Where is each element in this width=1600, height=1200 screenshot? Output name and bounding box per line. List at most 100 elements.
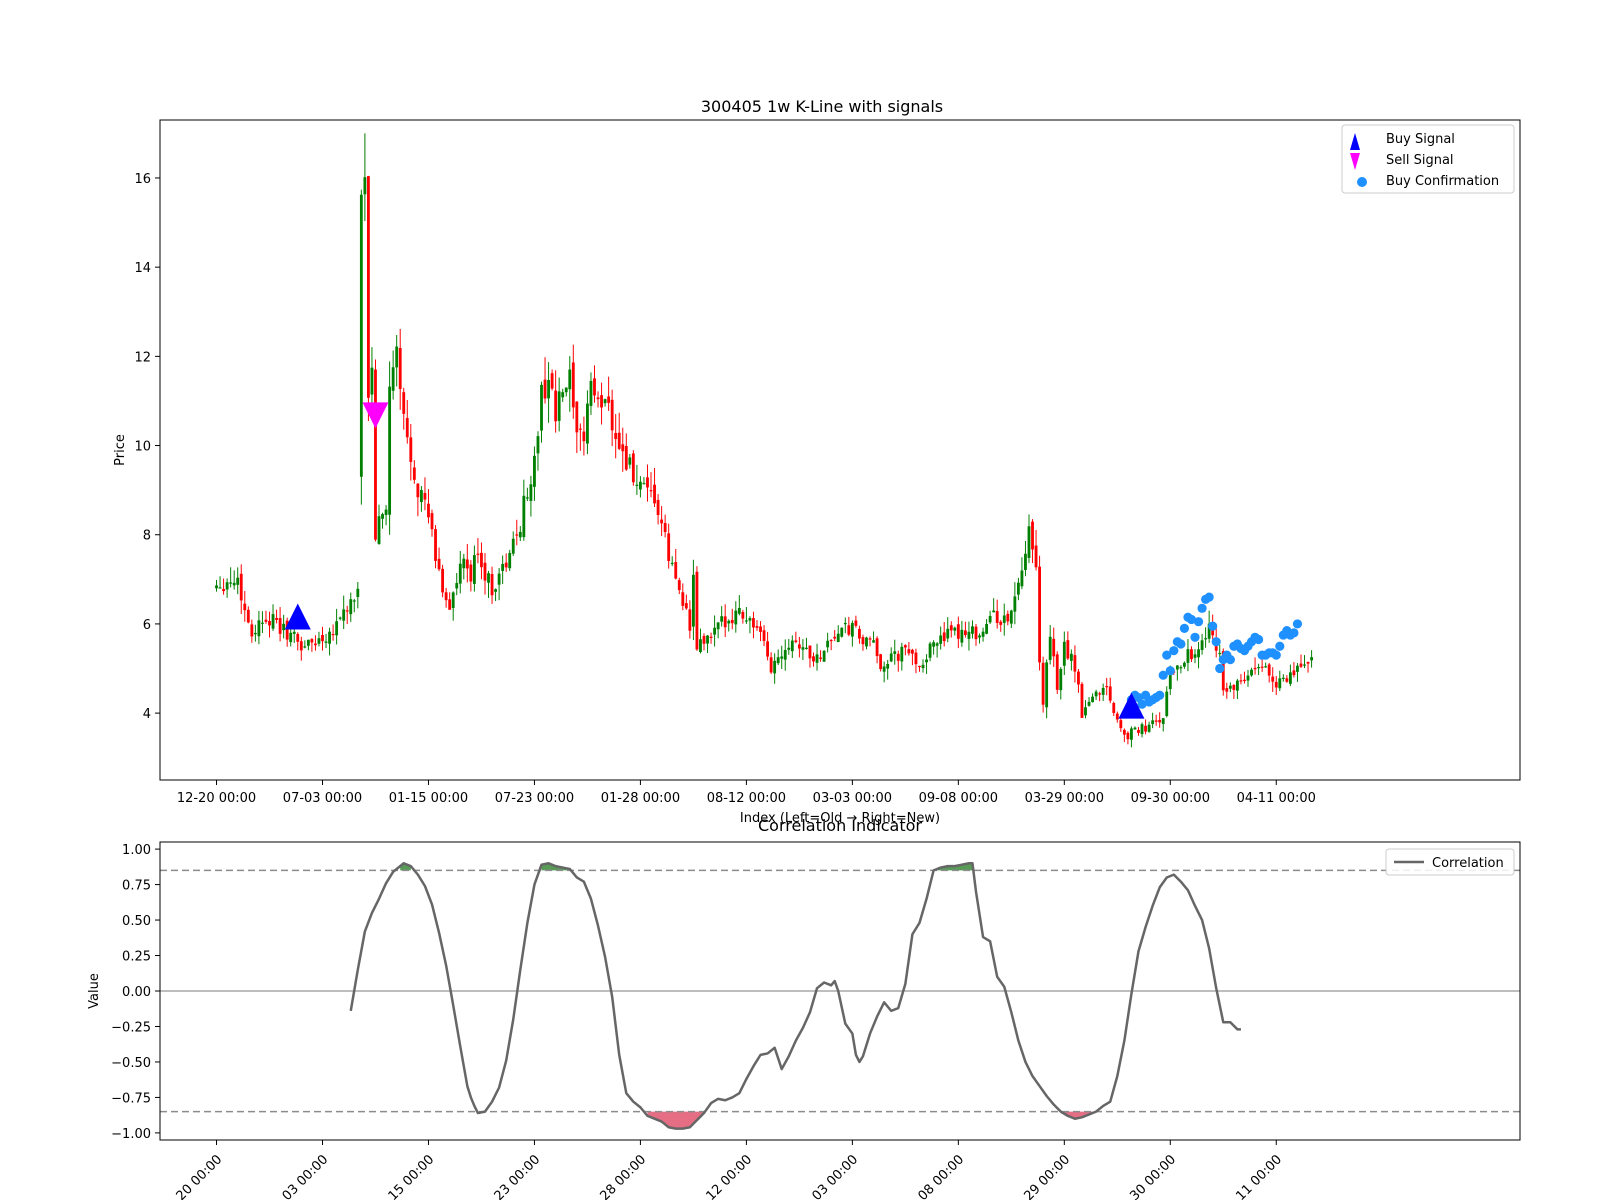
candle-body	[229, 582, 233, 584]
candle-body	[801, 647, 805, 650]
candle-body	[1161, 718, 1165, 724]
candle-body	[730, 619, 734, 624]
candle-body	[561, 392, 565, 398]
candle-body	[1133, 727, 1137, 730]
candle-body	[377, 516, 381, 544]
buy-confirmation-point	[1176, 639, 1186, 649]
candle-body	[384, 509, 388, 515]
candle-body	[465, 559, 469, 569]
buy-confirmation-point	[1179, 623, 1190, 633]
buy-confirmation-point	[1197, 603, 1207, 613]
candle-body	[508, 552, 512, 569]
candle-body	[1087, 701, 1091, 706]
candle-body	[865, 637, 868, 647]
candle-body	[487, 573, 490, 583]
candle-body	[646, 477, 649, 488]
candle-body	[1052, 638, 1056, 657]
candle-body	[988, 616, 992, 623]
candle-body	[1239, 680, 1243, 682]
candle-body	[833, 636, 837, 639]
candle-body	[1285, 678, 1289, 682]
kline-xtick-label: 12-20 00:00	[177, 791, 256, 806]
candle-body	[1094, 691, 1098, 697]
candle-body	[1059, 668, 1063, 691]
candle-body	[744, 620, 748, 622]
kline-ytick-label: 6	[143, 618, 151, 633]
candle-body	[978, 635, 981, 638]
candle-body	[1066, 640, 1070, 659]
candle-body	[670, 562, 674, 565]
candle-body	[271, 614, 275, 629]
candle-body	[635, 484, 639, 486]
candle-body	[222, 588, 225, 592]
candle-body	[752, 618, 755, 628]
candle-body	[469, 564, 473, 582]
candle-body	[790, 640, 794, 652]
candle-body	[1105, 685, 1109, 688]
candle-body	[480, 552, 483, 568]
candle-body	[1073, 655, 1077, 672]
candle-body	[815, 654, 819, 663]
candle-body	[660, 519, 664, 524]
buy-confirmation-point	[1155, 690, 1165, 700]
buy-confirmation-point	[1193, 617, 1204, 627]
candle-body	[504, 562, 508, 568]
candle-body	[1098, 693, 1102, 695]
candle-body	[349, 599, 353, 615]
candle-body	[268, 620, 271, 626]
candle-body	[398, 348, 402, 389]
candle-body	[1084, 707, 1087, 716]
candle-body	[261, 622, 264, 624]
candle-body	[663, 522, 667, 533]
candle-body	[610, 399, 614, 431]
candle-body	[684, 603, 688, 609]
candle-body	[391, 367, 395, 391]
candle-body	[1055, 654, 1059, 690]
candle-body	[497, 573, 501, 585]
candle-body	[342, 609, 346, 621]
candle-body	[1144, 725, 1147, 732]
candle-body	[338, 617, 342, 619]
candle-body	[1013, 596, 1017, 612]
kline-xtick-label: 03-03 00:00	[813, 791, 892, 806]
candle-body	[843, 622, 847, 625]
candle-body	[769, 657, 773, 673]
candle-body	[681, 592, 685, 606]
candle-body	[826, 640, 830, 648]
candle-body	[1193, 654, 1197, 658]
kline-xtick-label: 09-30 00:00	[1131, 791, 1210, 806]
candle-body	[1228, 685, 1232, 689]
candle-body	[275, 617, 278, 620]
candle-body	[586, 403, 589, 444]
candle-body	[448, 599, 452, 610]
candle-body	[1264, 666, 1268, 668]
candle-body	[759, 626, 762, 632]
candle-body	[935, 643, 939, 646]
candle-body	[522, 495, 526, 538]
correlation-ytick-label: −0.25	[111, 1020, 151, 1035]
candle-body	[981, 631, 985, 637]
candle-body	[942, 632, 946, 642]
candle-body	[533, 455, 536, 487]
candle-body	[1122, 729, 1126, 735]
candle-body	[1112, 702, 1116, 713]
candle-body	[702, 635, 706, 644]
candle-body	[699, 639, 702, 653]
candle-body	[243, 603, 247, 611]
buy-confirmation-point	[1208, 621, 1218, 631]
candle-body	[949, 625, 953, 631]
candle-body	[607, 396, 611, 403]
candle-body	[1154, 720, 1158, 722]
candle-body	[1045, 662, 1049, 708]
candle-body	[854, 620, 858, 626]
candle-body	[494, 589, 497, 592]
candle-body	[370, 367, 374, 395]
candle-body	[995, 611, 999, 623]
candle-body	[239, 573, 243, 601]
candle-body	[462, 558, 466, 569]
candle-body	[571, 362, 575, 408]
kline-legend: Buy Signal Sell Signal Buy Confirmation	[1341, 124, 1515, 194]
candle-body	[1041, 662, 1045, 705]
candle-body	[956, 624, 960, 639]
candle-body	[1119, 720, 1123, 729]
